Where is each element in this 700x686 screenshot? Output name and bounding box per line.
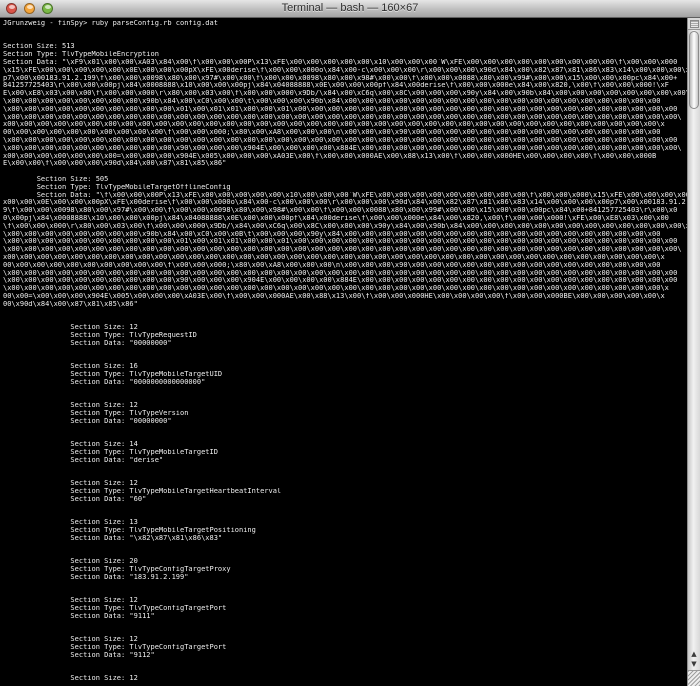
scrollbar-page-icon	[688, 18, 700, 30]
terminal-line: x00\x00\x00\x00\x00\x00\x00=\x00\x00\x00…	[3, 153, 687, 161]
terminal-line: E\x00\x00\f\x00\x00\x00\x90d\x84\x00\x87…	[3, 160, 687, 168]
terminal-line	[3, 386, 687, 394]
terminal-line: \x15\xFE\x00\x00\x00\x00\x00\x0E\x00\x00…	[3, 67, 687, 75]
terminal-line: 0\x00pj\x84\x0008888\x10\x00\x00\x00pj\x…	[3, 215, 687, 223]
terminal-line: Section Type: TlvTypeConfigTargetProxy	[3, 566, 687, 574]
terminal-line: Section Type: TlvTypeRequestID	[3, 332, 687, 340]
terminal-line: Section Size: 13	[3, 519, 687, 527]
terminal-line: Section Data: "00000000"	[3, 418, 687, 426]
terminal-line	[3, 667, 687, 675]
scrollbar[interactable]: ▲ ▼	[687, 18, 700, 686]
terminal-line: \x00\x00\x00\x00\x00\x00\x00\x00\x00\x00…	[3, 238, 687, 246]
terminal-line: \x00\x00\x00\x00\x00\x00\x00\x00\x00\x00…	[3, 145, 687, 153]
terminal-line: Section Type: TlvTypeVersion	[3, 410, 687, 418]
terminal-line: p7\x00\x00183.91.2.199\f\x00\x00\x0098\x…	[3, 75, 687, 83]
terminal-line: Section Size: 14	[3, 441, 687, 449]
terminal-line: \f\x00\x00\x000\r\x80\x00\x03\x00\f\x00\…	[3, 223, 687, 231]
terminal-line: \x00\x00\x00\x00\x00\x00\x00\x00\x00\x00…	[3, 137, 687, 145]
terminal-line: Section Type: TlvTypeMobileEncryption	[3, 51, 687, 59]
terminal-line	[3, 464, 687, 472]
terminal-content[interactable]: JGrunzweig - finSpy> ruby parseConfig.rb…	[0, 18, 687, 686]
terminal-line: Section Size: 16	[3, 363, 687, 371]
terminal-line: 00\x90d\x84\x00\x87\x81\x85\x86"	[3, 301, 687, 309]
terminal-line: Section Data: "60"	[3, 496, 687, 504]
terminal-line: 9\f\x00\x00\x0098\x80\x00\x97#\x00\x00\f…	[3, 207, 687, 215]
zoom-button[interactable]	[42, 3, 53, 14]
terminal-line	[3, 347, 687, 355]
terminal-line	[3, 36, 687, 44]
scroll-up-button[interactable]: ▲	[688, 650, 700, 659]
terminal-output[interactable]: JGrunzweig - finSpy> ruby parseConfig.rb…	[0, 18, 687, 683]
terminal-line: Section Data: "9112"	[3, 652, 687, 660]
terminal-line	[3, 433, 687, 441]
terminal-line: Section Type: TlvTypeConfigTargetPort	[3, 605, 687, 613]
terminal-line: x00\x00\x00\x00\x00\x00\x00\x00\x00\x00\…	[3, 121, 687, 129]
terminal-line: Section Size: 12	[3, 324, 687, 332]
terminal-line: Section Data: "9111"	[3, 613, 687, 621]
terminal-line	[3, 659, 687, 667]
terminal-line: 00\x00\x00\x00\x00\x00\x00\x00\x00\x00\f…	[3, 129, 687, 137]
terminal-line: Section Type: TlvTypeMobileTargetPositio…	[3, 527, 687, 535]
scrollbar-thumb[interactable]	[689, 31, 699, 109]
terminal-line: \x00\x00\x00\x00\x00\x00\x00\x00\x00\x00…	[3, 114, 687, 122]
terminal-line	[3, 542, 687, 550]
window-title: Terminal — bash — 160×67	[60, 0, 640, 17]
terminal-line	[3, 472, 687, 480]
terminal-line: \x00\x00\x00\x00\x00\x00\x00\x00\x00\x00…	[3, 106, 687, 114]
terminal-line: Section Data: "derise"	[3, 457, 687, 465]
terminal-line: Section Type: TlvTypeMobileTargetID	[3, 449, 687, 457]
terminal-line	[3, 28, 687, 36]
terminal-window: Terminal — bash — 160×67 JGrunzweig - fi…	[0, 0, 700, 686]
terminal-line: Section Data: "0000000000000000"	[3, 379, 687, 387]
terminal-line	[3, 316, 687, 324]
terminal-line	[3, 168, 687, 176]
terminal-line	[3, 589, 687, 597]
terminal-line: Section Size: 12	[3, 636, 687, 644]
terminal-line: E\x00\xE8\x03\x00\x00\f\x00\x00\x000\r\x…	[3, 90, 687, 98]
terminal-line: JGrunzweig - finSpy> ruby parseConfig.rb…	[3, 20, 687, 28]
terminal-line	[3, 425, 687, 433]
terminal-line: Section Size: 12	[3, 402, 687, 410]
terminal-line: x00\x00\x00\x00\x00\x00\x00\x00\x00\x00\…	[3, 254, 687, 262]
terminal-line: Section Size: 12	[3, 597, 687, 605]
terminal-line: Section Type: TlvTypeConfigTargetPort	[3, 644, 687, 652]
terminal-line: Section Size: 20	[3, 558, 687, 566]
terminal-line	[3, 308, 687, 316]
terminal-line: Section Data: "\f\x00\x00\x00P\x13\xFE\x…	[3, 192, 687, 200]
terminal-line	[3, 503, 687, 511]
scroll-down-button[interactable]: ▼	[688, 660, 700, 669]
terminal-line: 841257725403\r\x00\x00\x00pj\x84\x000888…	[3, 82, 687, 90]
terminal-line: Section Size: 505	[3, 176, 687, 184]
terminal-line: Section Data: "\x82\x87\x81\x86\x83"	[3, 535, 687, 543]
terminal-line: \x00\x00\x00\x00\x00\x00\x00\x00\x00\x00…	[3, 270, 687, 278]
terminal-line	[3, 394, 687, 402]
terminal-line: Section Type: TlvTypeMobileTargetHeartbe…	[3, 488, 687, 496]
resize-grip[interactable]	[688, 670, 700, 686]
terminal-line: Section Data: "\xF9\x01\x00\x00\xA03\x84…	[3, 59, 687, 67]
terminal-line	[3, 620, 687, 628]
terminal-line	[3, 581, 687, 589]
terminal-line: \x00\x00\x00\x00\x00\x00\x00\x00\x90b\x8…	[3, 98, 687, 106]
terminal-line: 00\x00\x00\x00\x00\x00\x00\x00\x00\x00\f…	[3, 262, 687, 270]
terminal-line	[3, 628, 687, 636]
terminal-line: Section Type: TlvTypeMobileTargetUID	[3, 371, 687, 379]
terminal-line: Section Size: 513	[3, 43, 687, 51]
terminal-line: 00\x00=\x00\x00\x00\x904E\x005\x00\x00\x…	[3, 293, 687, 301]
terminal-line: x00\x00\x0E\x00\x00\x00pX\xFE\x00derise\…	[3, 199, 687, 207]
terminal-line: \x00\x00\x00\x00\x00\x00\x00\x00\x00\x00…	[3, 277, 687, 285]
terminal-line: \x00\x00\x00\x00\x00\x00\x00\x00\x00\x00…	[3, 285, 687, 293]
terminal-line: Section Size: 12	[3, 675, 687, 683]
close-button[interactable]	[6, 3, 17, 14]
terminal-line	[3, 511, 687, 519]
minimize-button[interactable]	[24, 3, 35, 14]
terminal-line: Section Data: "183.91.2.199"	[3, 574, 687, 582]
window-titlebar[interactable]: Terminal — bash — 160×67	[0, 0, 700, 18]
terminal-line	[3, 550, 687, 558]
terminal-line: \x00\x00\x00\x00\x00\x00\x00\x00\x90b\x8…	[3, 231, 687, 239]
terminal-line: \x00\x00\x00\x00\x00\x00\x00\x00\x00\x00…	[3, 246, 687, 254]
terminal-line: Section Type: TlvTypeMobileTargetOffline…	[3, 184, 687, 192]
terminal-line: Section Size: 12	[3, 480, 687, 488]
terminal-line: Section Data: "00000000"	[3, 340, 687, 348]
terminal-line	[3, 355, 687, 363]
